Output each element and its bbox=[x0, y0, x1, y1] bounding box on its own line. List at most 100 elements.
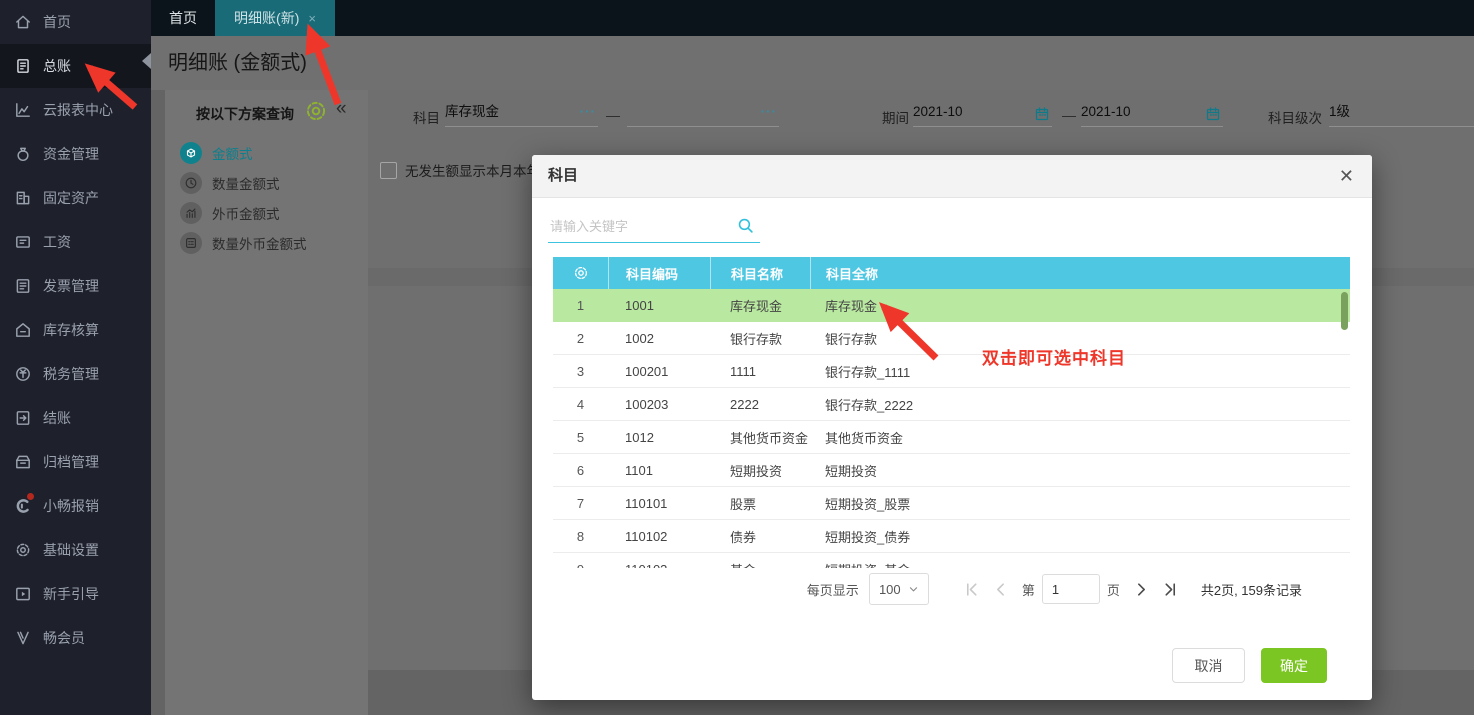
title-bar: 明细账 (金额式) bbox=[151, 36, 1474, 90]
fixed-assets-icon bbox=[14, 189, 32, 207]
subject-to-field[interactable]: ··· bbox=[627, 98, 779, 127]
funds-icon bbox=[14, 145, 32, 163]
period-to-field[interactable]: 2021-10 bbox=[1081, 98, 1223, 127]
sidebar-item-salary[interactable]: 工资 bbox=[0, 220, 151, 264]
app-window: 首页 总账 云报表中心 资金管理 固定资产 bbox=[0, 0, 1474, 715]
search-icon[interactable] bbox=[737, 217, 754, 234]
close-icon[interactable]: ✕ bbox=[1339, 155, 1354, 197]
calendar-icon[interactable] bbox=[1205, 104, 1221, 120]
table-header-row: 科目编码 科目名称 科目全称 bbox=[553, 257, 1350, 289]
tab-detail-ledger[interactable]: 明细账(新) × bbox=[215, 0, 335, 36]
page-title: 明细账 (金额式) bbox=[151, 36, 1474, 90]
collapse-panel-icon[interactable]: « bbox=[336, 98, 347, 120]
no-activity-checkbox[interactable] bbox=[380, 162, 397, 179]
level-filter-label: 科目级次 bbox=[1268, 107, 1322, 127]
sidebar-item-fixed-assets[interactable]: 固定资产 bbox=[0, 176, 151, 220]
column-header-fullname[interactable]: 科目全称 bbox=[811, 257, 1350, 289]
confirm-button[interactable]: 确定 bbox=[1261, 648, 1327, 683]
archive-icon bbox=[14, 453, 32, 471]
基金[interactable]: 9 110103 基金 短期投资_基金 bbox=[553, 553, 1350, 568]
subject-picker-ellipsis-icon[interactable]: ··· bbox=[761, 98, 778, 126]
股票[interactable]: 7 110101 股票 短期投资_股票 bbox=[553, 487, 1350, 520]
column-settings-gear-icon[interactable] bbox=[553, 257, 609, 289]
sidebar-item-closing[interactable]: 结账 bbox=[0, 396, 151, 440]
per-page-label: 每页显示 bbox=[807, 580, 859, 599]
subject-from-field[interactable]: 库存现金 ··· bbox=[445, 98, 598, 127]
prev-page-icon[interactable] bbox=[992, 581, 1009, 598]
tax-icon bbox=[14, 365, 32, 383]
cancel-button[interactable]: 取消 bbox=[1172, 648, 1245, 683]
sidebar-item-member[interactable]: 畅会员 bbox=[0, 616, 151, 660]
active-item-pointer bbox=[142, 53, 151, 69]
1111[interactable]: 3 100201 1111 银行存款_1111 bbox=[553, 355, 1350, 388]
table-scrollbar-thumb[interactable] bbox=[1341, 292, 1348, 330]
短期投资[interactable]: 6 1101 短期投资 短期投资 bbox=[553, 454, 1350, 487]
scheme-qty-amount[interactable]: 数量金额式 bbox=[165, 168, 368, 198]
chevron-down-icon bbox=[908, 584, 919, 595]
column-header-code[interactable]: 科目编码 bbox=[609, 257, 711, 289]
period-range-dash: — bbox=[1062, 107, 1076, 123]
page-suffix: 页 bbox=[1107, 580, 1120, 599]
cloud-report-icon bbox=[14, 101, 32, 119]
subject-table: 科目编码 科目名称 科目全称 1 1001 库存现金 库存现金 2 1002 银… bbox=[553, 257, 1350, 568]
dialog-title: 科目 bbox=[548, 155, 578, 197]
column-header-name[interactable]: 科目名称 bbox=[711, 257, 811, 289]
cube-icon bbox=[180, 142, 202, 164]
银行存款[interactable]: 2 1002 银行存款 银行存款 bbox=[553, 322, 1350, 355]
calendar-icon[interactable] bbox=[1034, 104, 1050, 120]
sidebar-item-general-ledger[interactable]: 总账 bbox=[0, 44, 151, 88]
tab-home[interactable]: 首页 bbox=[151, 0, 215, 36]
settings-icon bbox=[14, 541, 32, 559]
sidebar-item-cloud-reports[interactable]: 云报表中心 bbox=[0, 88, 151, 132]
pagination-summary: 共2页, 159条记录 bbox=[1201, 580, 1302, 599]
per-page-select[interactable]: 100 bbox=[869, 573, 929, 605]
search-input[interactable] bbox=[548, 210, 732, 242]
tab-bar: 首页 明细账(新) × bbox=[151, 0, 1474, 36]
no-activity-checkbox-row: 无发生额显示本月本年累 bbox=[380, 160, 554, 180]
tab-close-icon[interactable]: × bbox=[308, 11, 316, 26]
sidebar-item-inventory[interactable]: 库存核算 bbox=[0, 308, 151, 352]
sidebar-item-tax[interactable]: 税务管理 bbox=[0, 352, 151, 396]
list-icon bbox=[180, 232, 202, 254]
scheme-currency-amount[interactable]: 外币金额式 bbox=[165, 198, 368, 228]
query-panel-title: 按以下方案查询 bbox=[196, 104, 294, 124]
inventory-icon bbox=[14, 321, 32, 339]
query-scheme-panel: 按以下方案查询 « 金额式 数量金额式 外币金额式 bbox=[165, 90, 368, 715]
pagination: 每页显示 100 第 1 页 共2页, 159条记录 bbox=[807, 573, 1302, 605]
sidebar-item-funds[interactable]: 资金管理 bbox=[0, 132, 151, 176]
closing-icon bbox=[14, 409, 32, 427]
level-field[interactable]: 1级 bbox=[1329, 98, 1474, 127]
dialog-search bbox=[548, 210, 760, 243]
notification-dot bbox=[27, 493, 34, 500]
其他货币资金[interactable]: 5 1012 其他货币资金 其他货币资金 bbox=[553, 421, 1350, 454]
scheme-qty-currency-amount[interactable]: 数量外币金额式 bbox=[165, 228, 368, 258]
member-icon bbox=[14, 629, 32, 647]
subject-picker-dialog: 科目 ✕ 科目编码 科目名称 科目全称 1 1001 库存现金 库存现金 bbox=[532, 155, 1372, 700]
sidebar-item-settings[interactable]: 基础设置 bbox=[0, 528, 151, 572]
sidebar-item-reimburse[interactable]: 小畅报销 bbox=[0, 484, 151, 528]
first-page-icon[interactable] bbox=[963, 581, 980, 598]
dialog-header: 科目 ✕ bbox=[532, 155, 1372, 198]
invoice-icon bbox=[14, 277, 32, 295]
last-page-icon[interactable] bbox=[1162, 581, 1179, 598]
clock-icon bbox=[180, 172, 202, 194]
债券[interactable]: 8 110102 债券 短期投资_债券 bbox=[553, 520, 1350, 553]
scheme-settings-gear-icon[interactable] bbox=[304, 99, 328, 123]
sidebar-item-invoice[interactable]: 发票管理 bbox=[0, 264, 151, 308]
subject-range-dash: — bbox=[606, 107, 620, 123]
库存现金[interactable]: 1 1001 库存现金 库存现金 bbox=[553, 289, 1350, 322]
2222[interactable]: 4 100203 2222 银行存款_2222 bbox=[553, 388, 1350, 421]
chart-icon bbox=[180, 202, 202, 224]
next-page-icon[interactable] bbox=[1133, 581, 1150, 598]
sidebar-item-archive[interactable]: 归档管理 bbox=[0, 440, 151, 484]
period-from-field[interactable]: 2021-10 bbox=[913, 98, 1052, 127]
period-filter-label: 期间 bbox=[882, 107, 909, 127]
sidebar-item-home[interactable]: 首页 bbox=[0, 0, 151, 44]
scheme-amount[interactable]: 金额式 bbox=[165, 138, 368, 168]
home-icon bbox=[14, 13, 32, 31]
sidebar: 首页 总账 云报表中心 资金管理 固定资产 bbox=[0, 0, 151, 715]
subject-picker-ellipsis-icon[interactable]: ··· bbox=[580, 98, 597, 126]
page-number-input[interactable]: 1 bbox=[1042, 574, 1100, 604]
sidebar-item-guide[interactable]: 新手引导 bbox=[0, 572, 151, 616]
subject-filter-label: 科目 bbox=[413, 107, 440, 127]
